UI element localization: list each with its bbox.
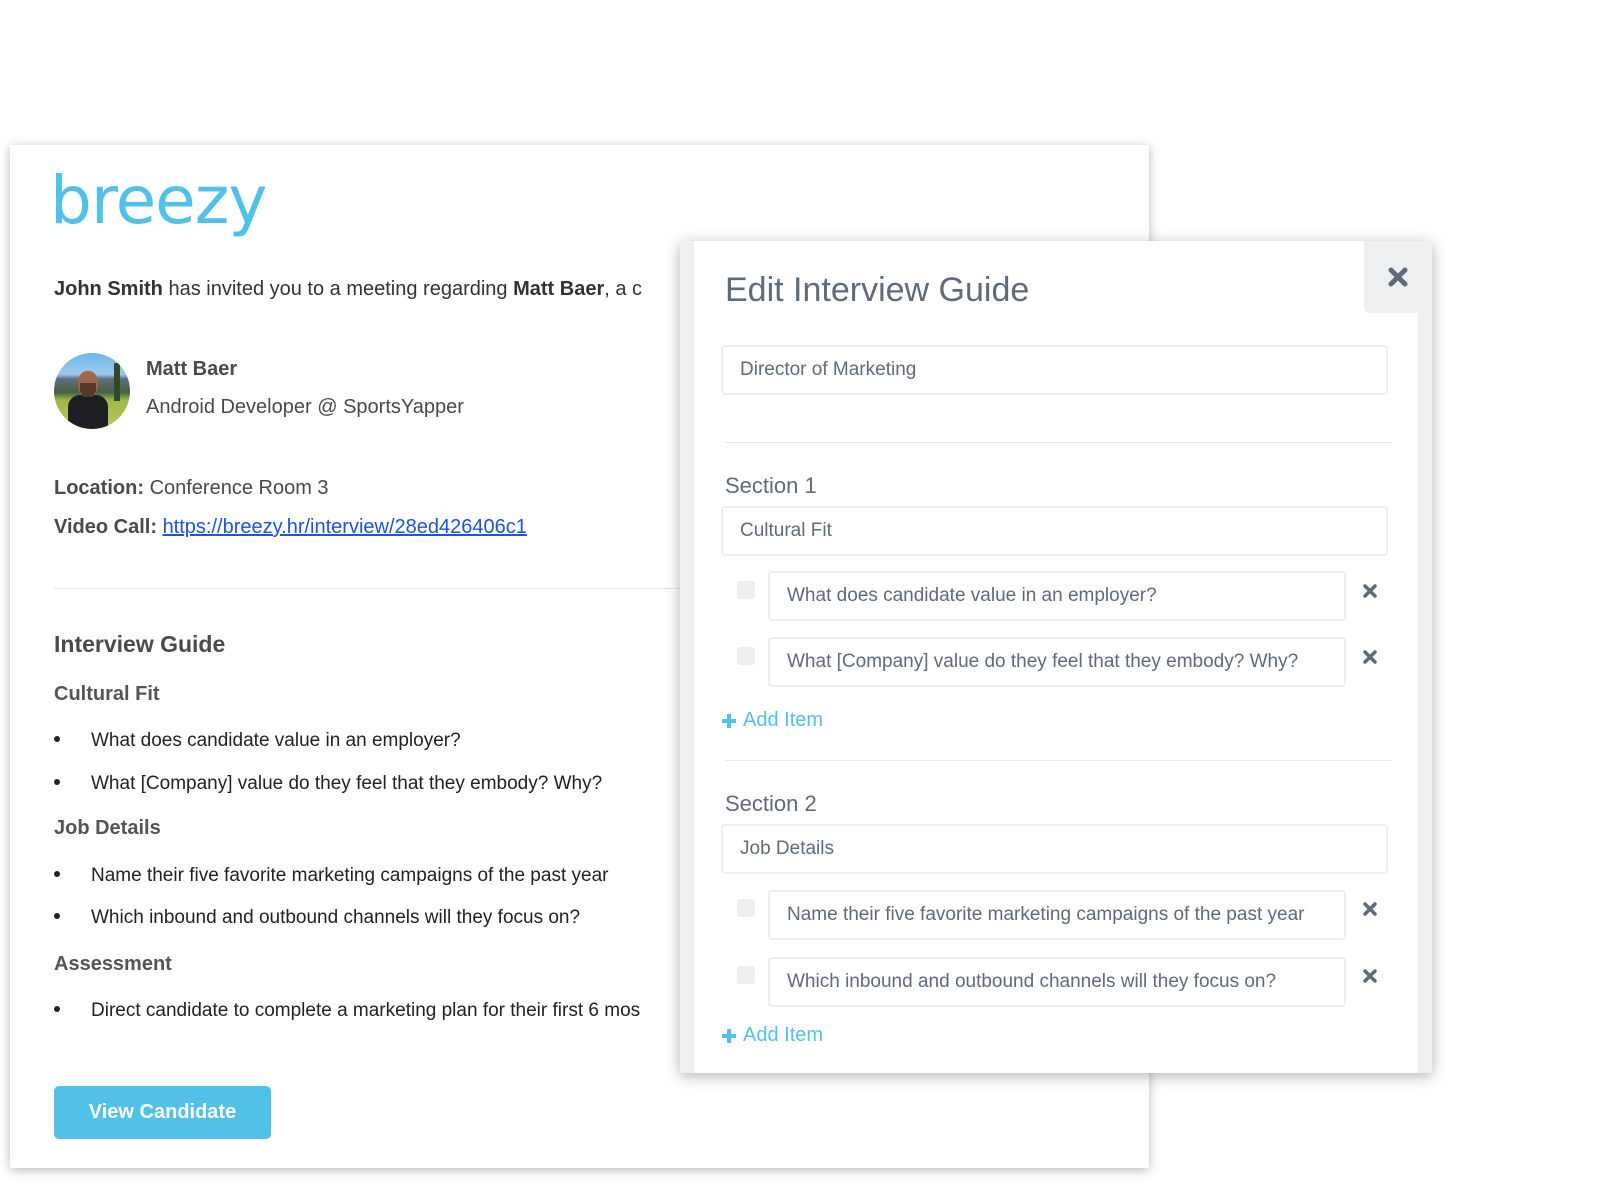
email-list-item: What does candidate value in an employer…: [54, 730, 461, 752]
item-input[interactable]: Which inbound and outbound channels will…: [768, 957, 1346, 1007]
delete-item-icon[interactable]: [1362, 649, 1378, 665]
email-divider: [54, 588, 694, 589]
video-call-label: Video Call:: [54, 516, 157, 538]
modal-scrollbar[interactable]: [1418, 313, 1432, 1073]
interview-guide-heading: Interview Guide: [54, 631, 226, 657]
item-checkbox[interactable]: [737, 966, 755, 984]
guide-name-input[interactable]: Director of Marketing: [721, 345, 1388, 395]
email-section-title: Job Details: [54, 817, 161, 839]
plus-icon: [722, 713, 736, 728]
view-candidate-button[interactable]: View Candidate: [54, 1086, 271, 1139]
email-section-title: Assessment: [54, 953, 172, 975]
edit-interview-guide-modal: Edit Interview Guide Director of Marketi…: [680, 241, 1432, 1073]
email-list-item: Name their five favorite marketing campa…: [54, 865, 608, 887]
section-2-name-input[interactable]: Job Details: [721, 824, 1388, 874]
modal-left-edge: [680, 241, 694, 1073]
item-checkbox[interactable]: [737, 647, 755, 665]
inviter-name: John Smith: [54, 278, 163, 300]
plus-icon: [722, 1028, 736, 1043]
add-item-button[interactable]: Add Item: [721, 709, 823, 732]
delete-item-icon[interactable]: [1362, 583, 1378, 599]
email-list-item: Direct candidate to complete a marketing…: [54, 1000, 640, 1022]
invite-text: John Smith has invited you to a meeting …: [54, 278, 643, 300]
section-2-label: Section 2: [725, 791, 817, 816]
candidate-name: Matt Baer: [146, 358, 238, 380]
candidate-role: Android Developer @ SportsYapper: [146, 396, 464, 418]
modal-title: Edit Interview Guide: [725, 271, 1030, 309]
email-list-item: What [Company] value do they feel that t…: [54, 773, 602, 795]
close-button[interactable]: [1364, 241, 1432, 313]
item-input[interactable]: What does candidate value in an employer…: [768, 571, 1346, 621]
section-1-name-input[interactable]: Cultural Fit: [721, 506, 1388, 556]
item-input[interactable]: What [Company] value do they feel that t…: [768, 637, 1346, 687]
close-icon: [1388, 267, 1408, 287]
section-1-label: Section 1: [725, 473, 817, 498]
video-call-link[interactable]: https://breezy.hr/interview/28ed426406c1: [163, 516, 527, 538]
email-list-item: Which inbound and outbound channels will…: [54, 907, 580, 929]
modal-divider: [725, 760, 1392, 761]
item-input[interactable]: Name their five favorite marketing campa…: [768, 890, 1346, 940]
video-call-row: Video Call: https://breezy.hr/interview/…: [54, 516, 527, 539]
location-row: Location: Conference Room 3: [54, 477, 329, 500]
modal-divider: [725, 442, 1392, 443]
item-checkbox[interactable]: [737, 581, 755, 599]
item-checkbox[interactable]: [737, 899, 755, 917]
email-section-title: Cultural Fit: [54, 683, 160, 705]
invite-candidate-name: Matt Baer: [513, 278, 605, 300]
location-label: Location:: [54, 477, 144, 499]
location-value: Conference Room 3: [149, 477, 329, 499]
candidate-avatar: [54, 353, 130, 429]
delete-item-icon[interactable]: [1362, 968, 1378, 984]
delete-item-icon[interactable]: [1362, 901, 1378, 917]
add-item-button[interactable]: Add Item: [721, 1024, 823, 1047]
breezy-logo: breezy: [50, 162, 267, 239]
